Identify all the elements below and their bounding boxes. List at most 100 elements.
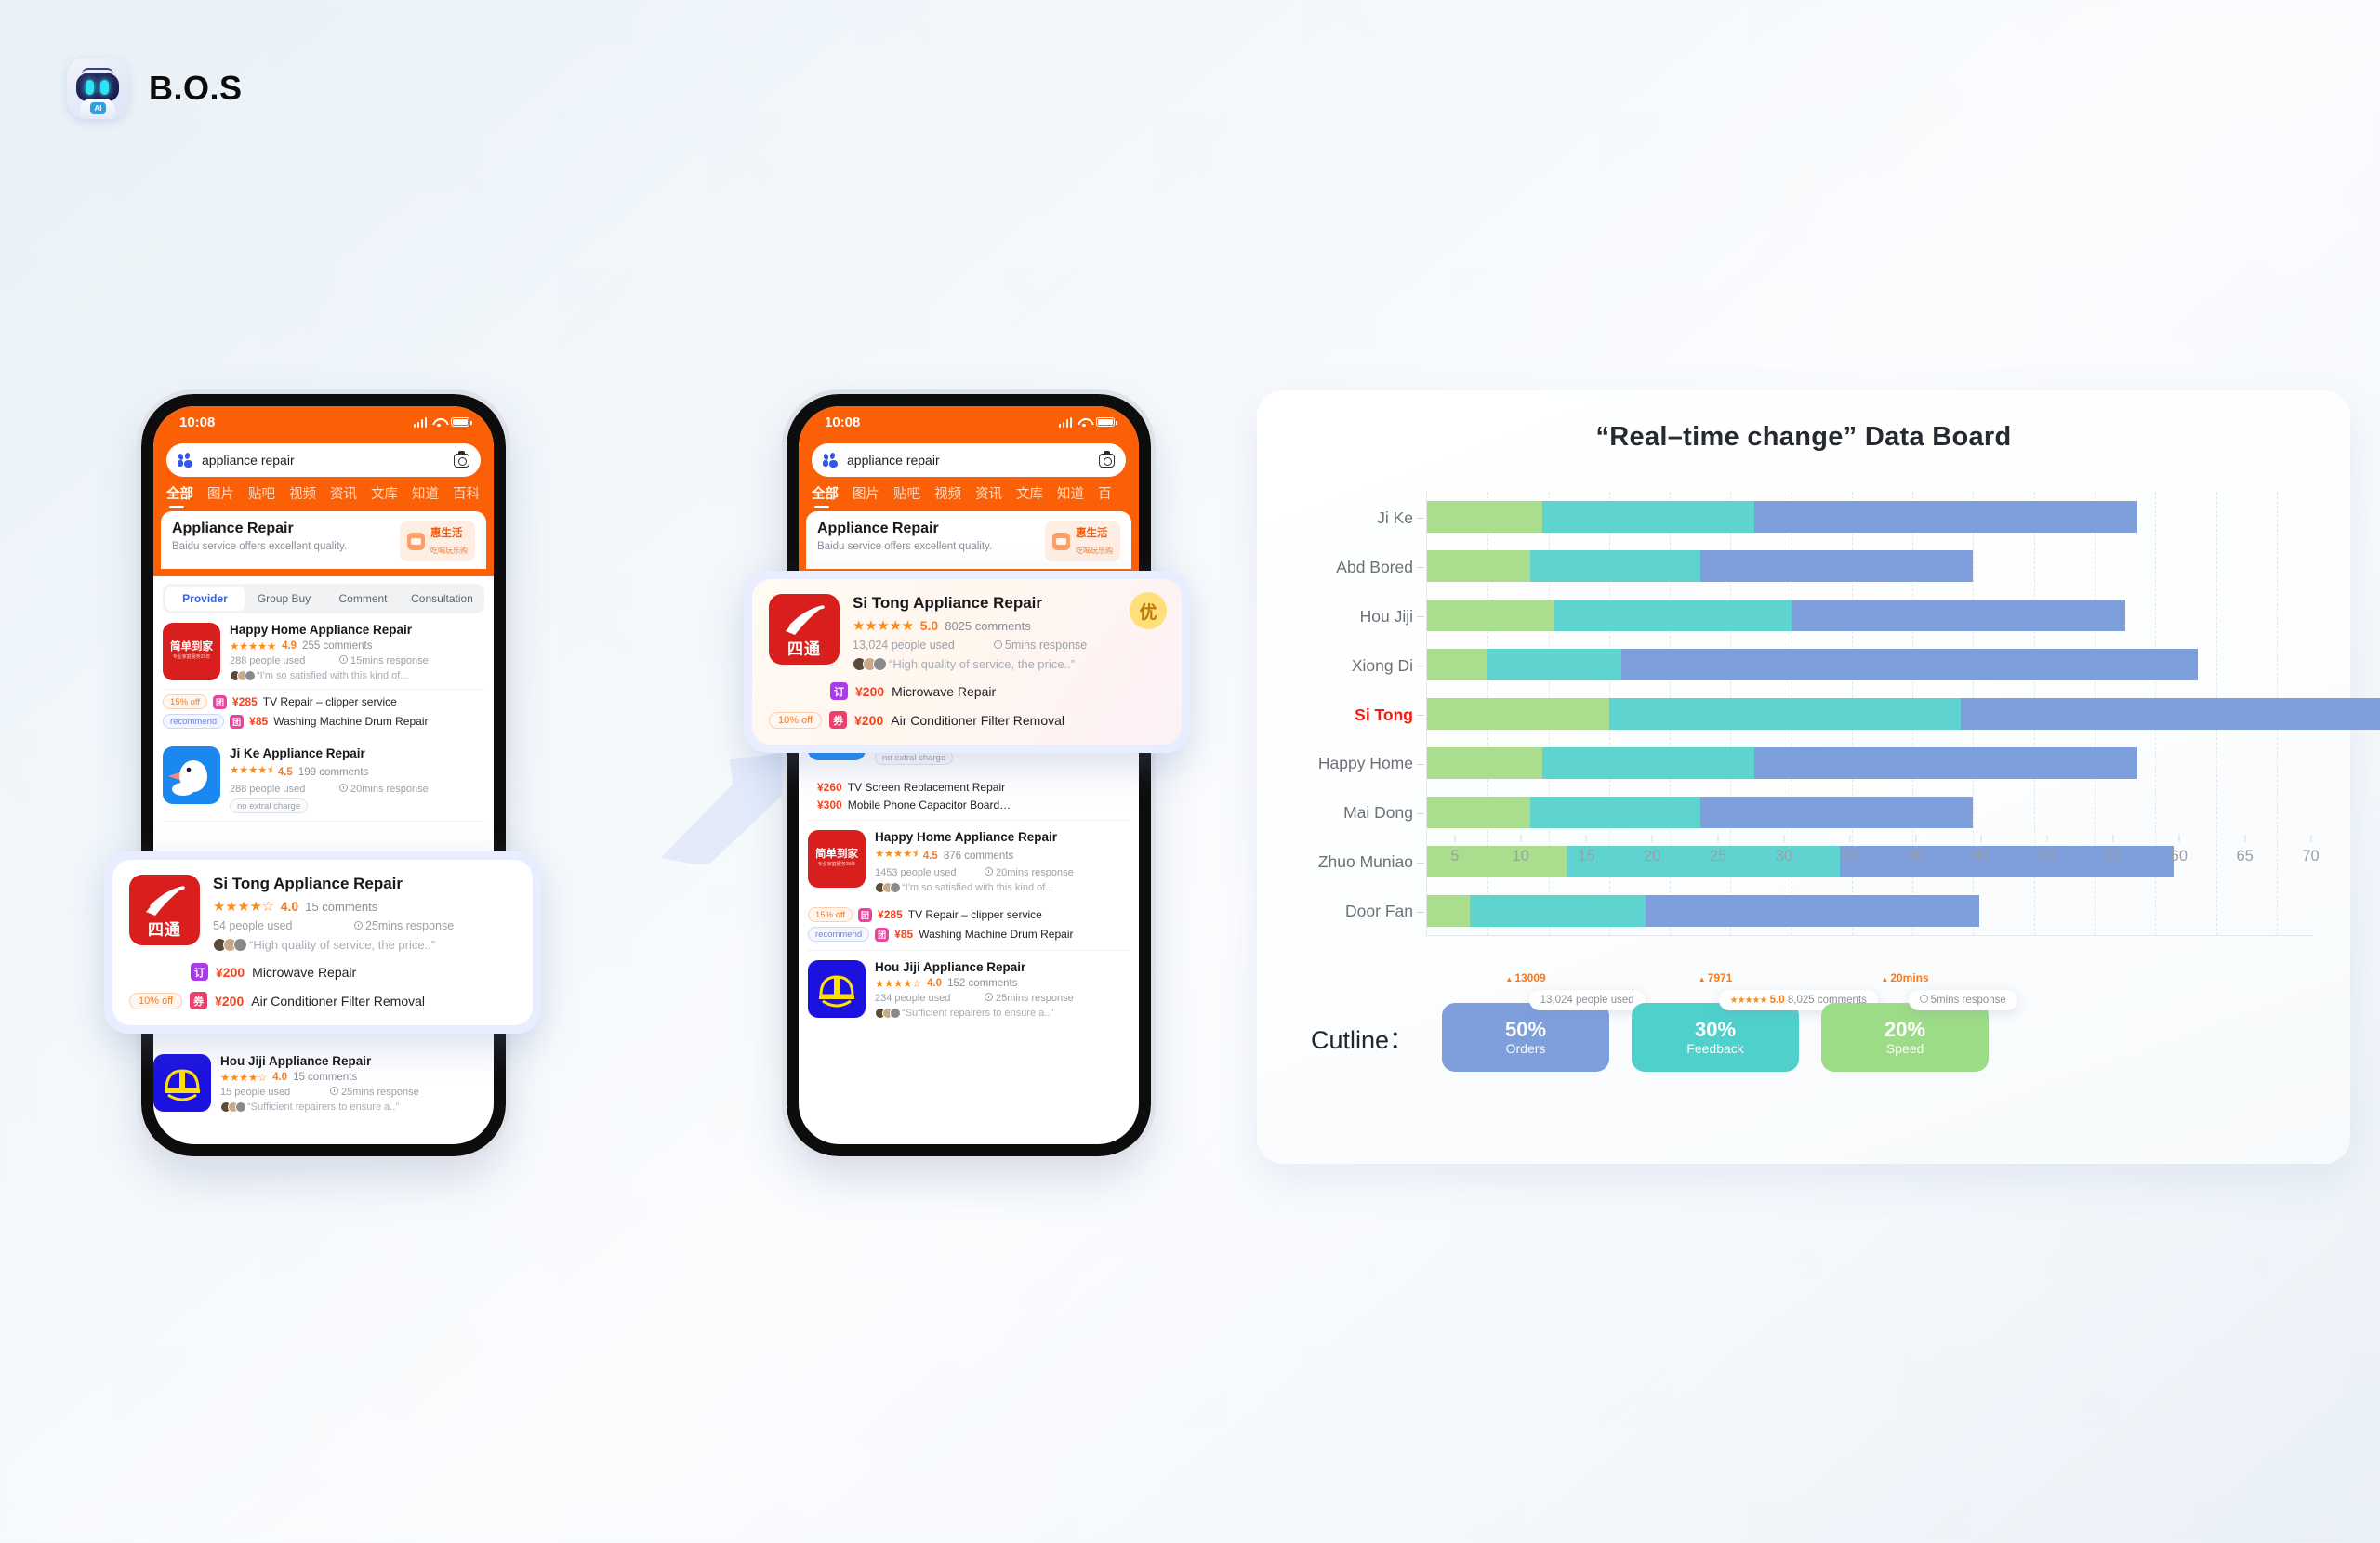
x-tick: [1849, 835, 1851, 842]
nav-tab-all[interactable]: 全部: [812, 483, 839, 508]
service-offer[interactable]: ¥300 Mobile Phone Capacitor Board…: [817, 798, 1130, 811]
nav-tab-news[interactable]: 资讯: [975, 483, 1002, 508]
response-time: 25mins response: [341, 1087, 419, 1098]
nav-tab-images[interactable]: 图片: [207, 483, 234, 508]
response-time: 20mins response: [350, 784, 429, 795]
nav-tab-tieba[interactable]: 贴吧: [893, 483, 920, 508]
highlighted-provider-card[interactable]: 四通 Si Tong Appliance Repair ★★★★★ 5.0 80…: [744, 571, 1190, 753]
provider-name: Ji Ke Appliance Repair: [230, 746, 365, 760]
bar-segment-feedback: [1554, 599, 1792, 631]
search-input[interactable]: appliance repair: [166, 443, 481, 477]
camera-icon[interactable]: [1099, 451, 1115, 468]
x-tick: [1717, 835, 1719, 842]
bar-segment-orders: [1699, 549, 1974, 582]
bubble-speed: 5mins response: [1908, 990, 2017, 1010]
nav-tab-video[interactable]: 视频: [934, 483, 961, 508]
service-title: Microwave Repair: [252, 964, 357, 980]
huishenghuo-badge[interactable]: 惠生活 吃喝玩乐购: [1045, 521, 1120, 561]
x-tick: [2178, 835, 2180, 842]
tab-comment[interactable]: Comment: [324, 587, 403, 611]
service-offer[interactable]: 订 ¥200 Microwave Repair: [129, 963, 516, 981]
list-item[interactable]: Ji Ke Appliance Repair ★★★★⯨ 4.5 199 com…: [163, 737, 484, 822]
nav-tab-zhidao[interactable]: 知道: [1057, 483, 1084, 508]
status-time: 10:08: [179, 414, 216, 430]
huishenghuo-sub: 吃喝玩乐购: [1076, 547, 1113, 555]
service-banner: Appliance Repair Baidu service offers ex…: [806, 511, 1131, 569]
list-item[interactable]: 简单到家 专业家庭服务25年 Happy Home Appliance Repa…: [163, 613, 484, 690]
provider-name: Hou Jiji Appliance Repair: [220, 1054, 372, 1068]
nav-tab-video[interactable]: 视频: [289, 483, 316, 508]
cutline-label: Cutline：: [1311, 1025, 1415, 1054]
nav-tab-images[interactable]: 图片: [853, 483, 879, 508]
rating-score: 4.5: [922, 850, 938, 862]
provider-tabs[interactable]: Provider Group Buy Comment Consultation: [163, 584, 484, 613]
review-quote: “Sufficient repairers to ensure a..”: [902, 1008, 1054, 1019]
used-count: 288 people used: [230, 655, 306, 666]
tab-consultation[interactable]: Consultation: [403, 587, 482, 611]
service-title: Air Conditioner Filter Removal: [891, 712, 1064, 728]
robot-ai-icon: AI: [67, 58, 128, 119]
nav-tabs[interactable]: 全部 图片 贴吧 视频 资讯 文库 知道 百科: [153, 477, 494, 511]
reviewer-avatars: [213, 938, 247, 952]
search-value: appliance repair: [202, 453, 295, 468]
x-tick: [1454, 835, 1456, 842]
service-offer[interactable]: recommend 团 ¥85 Washing Machine Drum Rep…: [163, 714, 484, 729]
service-title: Washing Machine Drum Repair: [919, 928, 1074, 941]
data-board-panel: “Real–time change” Data Board Ji Ke Abd B…: [1257, 390, 2380, 1164]
nav-tab-wenku[interactable]: 文库: [371, 483, 398, 508]
highlighted-provider-card[interactable]: 四通 Si Tong Appliance Repair ★★★★☆ 4.0 15…: [104, 851, 541, 1034]
x-tick: [1980, 835, 1982, 842]
bar-segment-feedback: [1529, 796, 1700, 828]
service-offer[interactable]: 15% off 团 ¥285 TV Repair – clipper servi…: [163, 694, 484, 709]
response-time: 5mins response: [1005, 639, 1088, 652]
baidu-paw-icon: [823, 452, 839, 468]
clock-icon: [985, 867, 993, 876]
search-input[interactable]: appliance repair: [812, 443, 1126, 477]
bar-segment-feedback: [1542, 746, 1755, 779]
nav-tab-zhidao[interactable]: 知道: [412, 483, 439, 508]
clock-icon: [994, 640, 1002, 649]
list-item[interactable]: Hou Jiji Appliance Repair ★★★★☆ 4.0 15 c…: [153, 1048, 494, 1151]
service-title: Mobile Phone Capacitor Board…: [847, 798, 1012, 811]
huishenghuo-badge[interactable]: 惠生活 吃喝玩乐购: [400, 521, 475, 561]
chart-x-axis: 5 10 15 20 25 30 35 40 45 50 55 60 65 70: [1389, 835, 2350, 876]
tab-provider[interactable]: Provider: [165, 587, 245, 611]
service-offer[interactable]: 15% off 团 ¥285 TV Repair – clipper servi…: [808, 907, 1130, 922]
service-offer[interactable]: 10% off 券 ¥200 Air Conditioner Filter Re…: [769, 711, 1165, 729]
camera-icon[interactable]: [454, 451, 469, 468]
list-item[interactable]: Hou Jiji Appliance Repair ★★★★☆ 4.0 152 …: [808, 951, 1130, 1026]
service-offer[interactable]: 订 ¥200 Microwave Repair: [769, 682, 1165, 700]
delta-feedback: 7971: [1699, 971, 1733, 984]
x-tick: [1915, 835, 1917, 842]
cutline-item-orders[interactable]: 13009 13,024 people used 50% Orders: [1442, 971, 1646, 1072]
service-offer[interactable]: ¥260 TV Screen Replacement Repair: [817, 781, 1130, 794]
nav-tabs[interactable]: 全部 图片 贴吧 视频 资讯 文库 知道 百: [799, 477, 1139, 511]
clock-icon: [354, 921, 363, 930]
nav-tab-news[interactable]: 资讯: [330, 483, 357, 508]
service-price: ¥85: [894, 928, 914, 941]
rating-stars: ★★★★⯨: [230, 765, 272, 776]
x-tick: [1783, 835, 1785, 842]
rating-score: 4.0: [272, 1072, 288, 1083]
list-item[interactable]: 简单到家 专业家庭服务25年 Happy Home Appliance Repa…: [808, 821, 1130, 901]
nav-tab-wenku[interactable]: 文库: [1016, 483, 1043, 508]
nav-tab-baike[interactable]: 百: [1098, 483, 1112, 508]
nav-tab-all[interactable]: 全部: [166, 483, 193, 508]
used-count: 234 people used: [875, 993, 951, 1004]
rating-score: 5.0: [919, 618, 939, 633]
x-tick: [2112, 835, 2114, 842]
service-offer[interactable]: recommend 团 ¥85 Washing Machine Drum Rep…: [808, 927, 1130, 942]
cutline-item-speed[interactable]: 20mins 5mins response 20% Speed: [1821, 971, 2017, 1072]
sub-feedback: Feedback: [1686, 1041, 1744, 1057]
tab-group-buy[interactable]: Group Buy: [245, 587, 324, 611]
cutline-item-feedback[interactable]: 7971 ★★★★★ 5.0 8,025 comments 30% Feedba…: [1632, 971, 1878, 1072]
brand-header: AI B.O.S: [67, 58, 243, 119]
rating-stars: ★★★★★: [853, 618, 914, 634]
rating-score: 4.9: [282, 640, 298, 652]
service-offer[interactable]: 10% off 券 ¥200 Air Conditioner Filter Re…: [129, 992, 516, 1009]
nav-tab-baike[interactable]: 百科: [453, 483, 480, 508]
provider-name: Happy Home Appliance Repair: [875, 830, 1058, 844]
helmet-logo: [808, 960, 866, 1018]
nav-tab-tieba[interactable]: 贴吧: [248, 483, 275, 508]
discount-tag: 10% off: [769, 711, 823, 729]
